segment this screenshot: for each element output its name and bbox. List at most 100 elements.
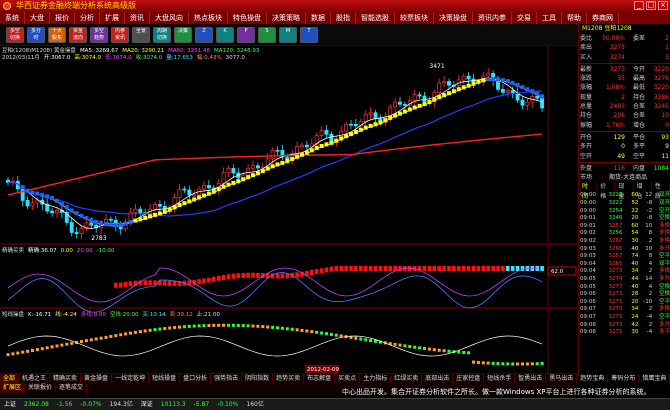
signal-block [476, 79, 481, 84]
bottom-tab[interactable]: 一线定乾坤 [112, 374, 150, 383]
menu-item[interactable]: 工具 [537, 12, 562, 24]
menu-item[interactable]: 大盘风向 [150, 12, 189, 24]
menu-item[interactable]: 系统 [0, 12, 25, 24]
menu-item[interactable]: 券商网 [587, 12, 619, 24]
signal-dot [334, 333, 338, 337]
toolbar-button[interactable]: S [258, 26, 276, 43]
bottom-tab[interactable]: 智勇出击 [515, 374, 547, 383]
toolbar-button[interactable]: P [237, 26, 255, 43]
tick-tab[interactable]: 价格 [597, 182, 616, 200]
quote-cell: 2 [621, 93, 625, 101]
menu-item[interactable]: 特色操盘 [228, 12, 267, 24]
toolbar-button[interactable]: 全景 [132, 26, 150, 43]
bottom-tab[interactable]: 短线操盘 [149, 374, 181, 383]
menu-item[interactable]: 资讯 [125, 12, 150, 24]
bottom-tab[interactable]: 买卖点 [335, 374, 361, 383]
menu-item[interactable]: 智能选股 [356, 12, 395, 24]
tick-tab[interactable]: 增仓 [634, 182, 652, 200]
bottom-tab[interactable]: 盘口分析 [180, 374, 212, 383]
bottom-tab[interactable]: 庄家控盘 [453, 374, 485, 383]
menu-item[interactable]: 帮助 [562, 12, 587, 24]
menu-item[interactable]: 热点板块 [189, 12, 228, 24]
tick-tabs[interactable]: 时间 价格 现量 增仓 性质 [579, 182, 670, 200]
histogram-bar [339, 266, 343, 271]
bottom-tab[interactable]: 红绿买卖 [391, 374, 423, 383]
toolbar-button[interactable]: 多分 时 [27, 26, 45, 43]
menu-item[interactable]: 交易 [512, 12, 537, 24]
bottom-tab[interactable]: 机遇之王 [19, 374, 51, 383]
bottom-tab[interactable]: 趋势买卖 [273, 374, 305, 383]
bottom-tab[interactable]: 短线杀手 [484, 374, 516, 383]
bottom-tab[interactable]: 扩展区 [0, 383, 26, 393]
menu-item[interactable]: 大盘 [25, 12, 50, 24]
maximize-button[interactable]: □ [646, 1, 656, 10]
signal-dot [447, 349, 451, 353]
signal-block [148, 214, 153, 219]
bottom-tab[interactable]: 全部 [0, 374, 20, 383]
toolbar: 多空 切换 多分 时十大 股东 资金 流向 多空 趋势 内参 资讯 全景 周期 切换 决策 Z K… [0, 24, 580, 46]
toolbar-button[interactable]: 多空 切换 [6, 26, 24, 43]
tick-row: 09:08 3273 42 2 多开 [579, 322, 670, 330]
signal-dot [65, 342, 69, 346]
toolbar-button[interactable]: M [279, 26, 297, 43]
signal-dot [271, 325, 275, 329]
bottom-tab[interactable]: 趋势宝典 [577, 374, 609, 383]
bottom-tab[interactable]: 强势指击 [211, 374, 243, 383]
bottom-tab[interactable]: 主力指标 [360, 374, 392, 383]
toolbar-button[interactable]: 资金 流向 [69, 26, 87, 43]
bottom-tab[interactable]: 底部出击 [422, 374, 454, 383]
bottom-tab[interactable]: 关联报价 [25, 383, 57, 393]
tick-row: 09:03 3265 40 10 多开 [579, 246, 670, 254]
bottom-tab[interactable]: 逐笔成交 [56, 383, 88, 393]
menu-item[interactable]: 资讯内参 [473, 12, 512, 24]
menu-item[interactable]: 较票板块 [395, 12, 434, 24]
quote-row: 总量 2403 仓差 3245 [579, 102, 670, 111]
menu-item[interactable]: 扩展 [100, 12, 125, 24]
flow-cell: 空平 [632, 152, 645, 160]
tick-cell: 4 [648, 260, 653, 267]
quote-cell: 涨幅 [580, 84, 593, 92]
signal-block [363, 125, 368, 130]
menu-item[interactable]: 决策操盘 [434, 12, 473, 24]
tick-cell: 09:03 [580, 253, 596, 260]
histogram-bar [143, 280, 147, 286]
toolbar-button[interactable]: T [300, 26, 318, 43]
menu-item[interactable]: 股指 [331, 12, 356, 24]
minimize-button[interactable]: _ [634, 1, 644, 10]
toolbar-button[interactable]: 周期 切换 [153, 26, 171, 43]
menu-item[interactable]: 报价 [50, 12, 75, 24]
tick-cell: 09:01 [580, 222, 596, 229]
signal-block [99, 221, 104, 226]
bottom-tab[interactable]: 阴阳指数 [242, 374, 274, 383]
menu-item[interactable]: 数据 [306, 12, 331, 24]
toolbar-button[interactable]: 十大 股东 [48, 26, 66, 43]
candle-body [373, 112, 378, 119]
toolbar-button[interactable]: Z [195, 26, 213, 43]
book-cell: 2 [665, 35, 669, 42]
bottom-tab[interactable]: 黑马出击 [546, 374, 578, 383]
toolbar-button[interactable]: 内参 资讯 [111, 26, 129, 43]
menu-item[interactable]: 分析 [75, 12, 100, 24]
menu-bar: 系统 大盘 报价 分析 扩展 资讯 大盘风向 热点板块 特色操盘 决策策略 数据 股指 智能选股 较票板块… [0, 12, 670, 24]
histogram-bar [422, 266, 427, 271]
menu-item[interactable]: 决策策略 [267, 12, 306, 24]
tick-cell: -10 [643, 298, 653, 305]
bottom-tab[interactable]: 布志解盘 [304, 374, 336, 383]
toolbar-button[interactable]: 多空 趋势 [90, 26, 108, 43]
candle-body [89, 222, 94, 226]
bottom-tab[interactable]: 猎鹰宝典 [639, 374, 670, 383]
close-button[interactable]: × [658, 1, 668, 10]
chart-area[interactable]: 3471 2783 62.0 2012-02-09 豆粕(1208)M1208) 黄金… [0, 46, 578, 373]
toolbar-button[interactable]: 决策 [174, 26, 192, 43]
tick-tab[interactable]: 性质 [652, 182, 670, 200]
tick-tab[interactable]: 现量 [615, 182, 634, 200]
bottom-tab[interactable]: 精确买卖 [50, 374, 82, 383]
tick-tab[interactable]: 时间 [579, 182, 598, 200]
signal-dot [540, 361, 544, 365]
bottom-tab[interactable]: 筹码分布 [608, 374, 640, 383]
bottom-tab[interactable]: 黄金操盘 [81, 374, 113, 383]
kline-chart[interactable]: 3471278362.02012-02-09 [0, 46, 578, 373]
candle-body [344, 123, 349, 132]
signal-block [79, 213, 84, 218]
toolbar-button[interactable]: K [216, 26, 234, 43]
